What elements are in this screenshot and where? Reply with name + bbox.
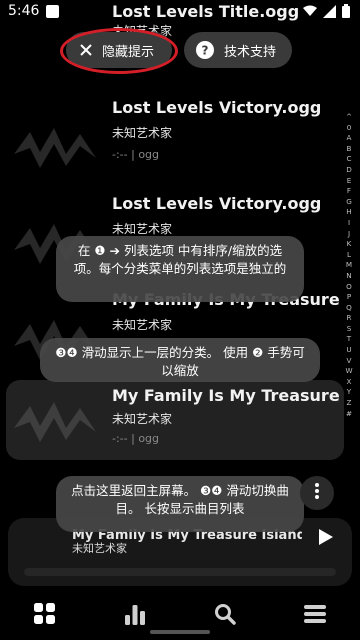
index-letter[interactable]: D <box>346 165 352 176</box>
more-options-button[interactable] <box>300 476 334 510</box>
index-letter[interactable]: U <box>346 345 351 356</box>
nav-home[interactable] <box>25 594 65 634</box>
index-letter[interactable]: G <box>346 197 352 208</box>
mini-player-artist: 未知艺术家 <box>72 542 127 555</box>
index-letter[interactable]: Y <box>347 387 351 398</box>
status-bar: 5:46 <box>0 0 360 24</box>
index-letter[interactable]: Z <box>347 398 352 409</box>
search-icon <box>215 604 236 625</box>
album-art <box>14 128 96 168</box>
track-artist: 未知艺术家 <box>112 412 173 426</box>
index-letter[interactable]: H <box>346 207 351 218</box>
track-title: My Family Is My Treasure Is... <box>112 386 342 405</box>
system-icons <box>303 4 350 18</box>
nav-playlist[interactable] <box>295 594 335 634</box>
index-letter[interactable]: ^ <box>346 112 352 123</box>
index-letter[interactable]: T <box>347 334 351 345</box>
notification-icon <box>46 5 59 18</box>
nav-stats[interactable] <box>115 594 155 634</box>
battery-icon <box>342 4 350 18</box>
index-letter[interactable]: N <box>346 271 351 282</box>
track-artist: 未知艺术家 <box>112 222 173 236</box>
index-letter[interactable]: I <box>348 218 350 229</box>
index-letter[interactable]: P <box>347 292 351 303</box>
index-letter[interactable]: Q <box>346 303 352 314</box>
index-letter[interactable]: K <box>347 239 352 250</box>
index-letter[interactable]: B <box>347 144 352 155</box>
nav-search[interactable] <box>205 594 245 634</box>
track-title: Lost Levels Victory.ogg <box>112 98 322 117</box>
support-button[interactable]: ? 技术支持 <box>184 32 292 68</box>
index-letter[interactable]: 0 <box>347 123 352 134</box>
bars-icon <box>125 605 145 625</box>
alphabet-index[interactable]: ^ 0 A B C D E F G H I J K L M N O P Q R S T U V W X Y Z # <box>342 112 356 419</box>
index-letter[interactable]: E <box>347 176 352 187</box>
index-letter[interactable]: S <box>347 324 352 335</box>
index-letter[interactable]: L <box>347 250 351 261</box>
highlight-circle <box>60 28 178 74</box>
status-time: 5:46 <box>8 3 40 19</box>
index-letter[interactable]: X <box>347 377 352 388</box>
support-label: 技术支持 <box>224 44 277 60</box>
album-art <box>14 402 96 442</box>
index-letter[interactable]: W <box>345 366 352 377</box>
tooltip-home: 点击这里返回主屏幕。 ❸❹ 滑动切换曲目。 长按显示曲目列表 <box>56 476 304 532</box>
index-letter[interactable]: A <box>347 133 352 144</box>
svg-text:?: ? <box>202 44 209 58</box>
track-artist: 未知艺术家 <box>112 126 173 140</box>
signal-icon <box>323 4 336 18</box>
index-letter[interactable]: V <box>347 356 352 367</box>
index-letter[interactable]: F <box>347 186 351 197</box>
index-letter[interactable]: O <box>346 282 352 293</box>
index-letter[interactable]: R <box>347 313 352 324</box>
index-letter[interactable]: C <box>346 154 351 165</box>
list-item[interactable]: My Family Is My Treasure Is... 未知艺术家 -:-… <box>6 380 344 460</box>
track-artist: 未知艺术家 <box>112 318 173 332</box>
track-meta: -:-- | ogg <box>112 432 160 445</box>
play-icon[interactable] <box>314 526 336 552</box>
tooltip-list-options: 在 ❶ ➔ 列表选项 中有排序/缩放的选项。每个分类菜单的列表选项是独立的 <box>56 236 304 302</box>
more-vert-icon <box>315 483 319 503</box>
list-item[interactable]: Lost Levels Victory.ogg 未知艺术家 -:-- | ogg <box>0 98 344 194</box>
track-meta: -:-- | ogg <box>112 148 160 161</box>
progress-bar[interactable] <box>24 568 336 576</box>
playlist-icon <box>304 605 326 623</box>
index-letter[interactable]: # <box>346 409 352 420</box>
help-icon: ? <box>196 41 214 59</box>
index-letter[interactable]: J <box>348 229 350 240</box>
index-letter[interactable]: M <box>346 260 352 271</box>
tooltip-swipe: ❸❹ 滑动显示上一层的分类。 使用 ❷ 手势可以缩放 <box>40 338 320 382</box>
grid-icon <box>34 603 55 624</box>
track-title: Lost Levels Victory.ogg <box>112 194 322 213</box>
gesture-handle <box>150 630 210 634</box>
wifi-icon <box>303 5 317 16</box>
